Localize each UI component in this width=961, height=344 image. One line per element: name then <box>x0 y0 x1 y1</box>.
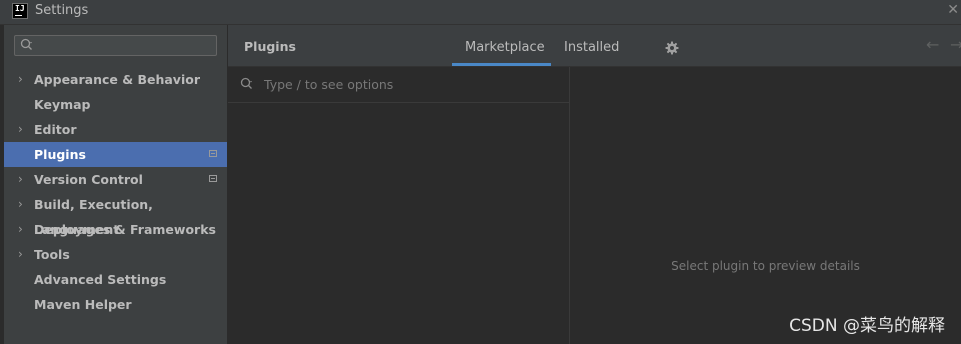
sidebar-item-label: Plugins <box>34 147 86 162</box>
empty-details-message: Select plugin to preview details <box>671 259 860 273</box>
search-icon <box>20 38 32 50</box>
tab-installed[interactable]: Installed <box>564 40 619 55</box>
chevron-right-icon[interactable]: › <box>18 242 23 267</box>
search-placeholder: Type / to see options <box>264 77 394 92</box>
project-settings-icon <box>209 150 217 157</box>
watermark: CSDN @菜鸟的解释 <box>789 316 945 336</box>
back-arrow-icon[interactable]: ← <box>926 35 939 54</box>
plugin-search-input[interactable]: Type / to see options <box>228 67 569 103</box>
sidebar-item-editor[interactable]: › Editor <box>4 117 227 142</box>
chevron-right-icon[interactable]: › <box>18 167 23 192</box>
close-icon[interactable]: ✕ <box>947 2 959 18</box>
plugins-header: Plugins Marketplace Installed ← → <box>228 25 961 67</box>
plugins-panel: Plugins Marketplace Installed ← → Type /… <box>228 25 961 344</box>
sidebar-item-label: Maven Helper <box>34 297 132 312</box>
sidebar-item-label: Version Control <box>34 172 143 187</box>
search-icon <box>240 77 252 89</box>
forward-arrow-icon[interactable]: → <box>950 35 961 54</box>
chevron-right-icon[interactable]: › <box>18 117 23 142</box>
sidebar-item-appearance-behavior[interactable]: › Appearance & Behavior <box>4 67 227 92</box>
chevron-right-icon[interactable]: › <box>18 217 23 242</box>
sidebar-item-label: Keymap <box>34 97 91 112</box>
page-title: Plugins <box>244 39 296 54</box>
project-settings-icon <box>209 175 217 182</box>
title-bar: IJ Settings ✕ <box>0 0 961 25</box>
gear-icon[interactable] <box>665 41 679 55</box>
settings-sidebar: › Appearance & Behavior Keymap › Editor Plugi… <box>4 25 228 344</box>
sidebar-item-label: Advanced Settings <box>34 272 167 287</box>
sidebar-item-languages-frameworks[interactable]: › Languages & Frameworks <box>4 217 227 242</box>
sidebar-item-maven-helper[interactable]: Maven Helper <box>4 292 227 317</box>
intellij-idea-icon: IJ <box>12 3 28 19</box>
plugin-details-pane: Select plugin to preview details <box>570 67 961 344</box>
settings-nav: › Appearance & Behavior Keymap › Editor Plugi… <box>4 67 227 317</box>
active-tab-indicator <box>452 63 551 66</box>
sidebar-item-label: Appearance & Behavior <box>34 72 200 87</box>
plugin-list-pane: Type / to see options <box>228 67 570 344</box>
chevron-right-icon[interactable]: › <box>18 67 23 92</box>
sidebar-item-build-execution-deployment[interactable]: › Build, Execution, Deployment <box>4 192 227 237</box>
sidebar-item-label: Editor <box>34 122 77 137</box>
sidebar-item-version-control[interactable]: › Version Control <box>4 167 227 192</box>
tab-marketplace[interactable]: Marketplace <box>465 40 545 55</box>
settings-search-input[interactable] <box>14 35 217 56</box>
sidebar-item-advanced-settings[interactable]: Advanced Settings <box>4 267 227 292</box>
chevron-right-icon[interactable]: › <box>18 192 23 217</box>
sidebar-item-keymap[interactable]: Keymap <box>4 92 227 117</box>
sidebar-item-label: Languages & Frameworks <box>34 222 216 237</box>
sidebar-item-plugins[interactable]: Plugins <box>4 142 227 167</box>
sidebar-item-label: Tools <box>34 247 70 262</box>
window-title: Settings <box>35 3 89 18</box>
sidebar-item-tools[interactable]: › Tools <box>4 242 227 267</box>
